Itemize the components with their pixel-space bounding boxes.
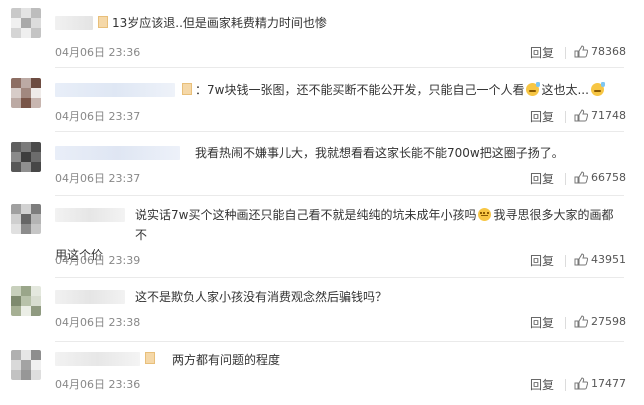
username-blurred[interactable] <box>55 146 180 160</box>
thumbs-up-icon <box>574 253 588 266</box>
like-count: 43951 <box>591 253 626 266</box>
reply-button[interactable]: 回复 <box>530 376 554 393</box>
comment-item: 两方都有问题的程度 04月06日 23:36 回复 17477 <box>0 342 644 405</box>
username-blurred[interactable] <box>55 290 125 304</box>
action-divider <box>565 255 566 267</box>
like-button[interactable]: 43951 <box>574 253 626 266</box>
speechless-emoji-icon <box>478 208 492 221</box>
like-button[interactable]: 71748 <box>574 109 626 122</box>
action-divider <box>565 111 566 123</box>
action-divider <box>565 317 566 329</box>
reply-button[interactable]: 回复 <box>530 252 554 269</box>
comment-item: 13岁应该退..但是画家耗费精力时间也惨 04月06日 23:36 回复 783… <box>0 0 644 66</box>
thumbs-up-icon <box>574 109 588 122</box>
comment-time: 04月06日 23:37 <box>55 110 141 123</box>
like-button[interactable]: 66758 <box>574 171 626 184</box>
comment-time: 04月06日 23:36 <box>55 378 141 391</box>
comment-time: 04月06日 23:38 <box>55 316 141 329</box>
thumbs-up-icon <box>574 377 588 390</box>
action-divider <box>565 379 566 391</box>
like-count: 27598 <box>591 315 626 328</box>
username-blurred[interactable] <box>55 352 140 366</box>
comment-item: 说实话7w买个这种画还只能自己看不就是纯纯的坑未成年小孩吗 我寻思很多大家的画都不… <box>0 196 644 276</box>
user-badge-icon <box>98 16 108 28</box>
reply-button[interactable]: 回复 <box>530 314 554 331</box>
action-divider <box>565 47 566 59</box>
reply-button[interactable]: 回复 <box>530 44 554 61</box>
like-button[interactable]: 78368 <box>574 45 626 58</box>
avatar[interactable] <box>11 8 41 38</box>
comment-list: 13岁应该退..但是画家耗费精力时间也惨 04月06日 23:36 回复 783… <box>0 0 644 405</box>
reply-button[interactable]: 回复 <box>530 108 554 125</box>
like-count: 66758 <box>591 171 626 184</box>
like-count: 17477 <box>591 377 626 390</box>
comment-time: 04月06日 23:39 <box>55 254 141 267</box>
like-count: 71748 <box>591 109 626 122</box>
comment-text: 这不是欺负人家小孩没有消费观念然后骗钱吗？ <box>135 290 388 304</box>
sweat-emoji-icon <box>590 82 605 96</box>
thumbs-up-icon <box>574 315 588 328</box>
username-blurred[interactable] <box>55 16 93 30</box>
avatar[interactable] <box>11 350 41 380</box>
comment-text: ：7w块钱一张图，还不能买断不能公开发，只能自己一个人看 这也太... <box>195 80 624 100</box>
avatar[interactable] <box>11 78 41 108</box>
like-button[interactable]: 27598 <box>574 315 626 328</box>
user-badge-icon <box>182 83 192 95</box>
comment-text: 13岁应该退..但是画家耗费精力时间也惨 <box>112 16 327 30</box>
comment-item: 这不是欺负人家小孩没有消费观念然后骗钱吗？ 04月06日 23:38 回复 27… <box>0 278 644 340</box>
comment-text: 两方都有问题的程度 <box>172 353 281 367</box>
comment-text: 我看热闹不嫌事儿大，我就想看看这家长能不能700w把这圈子扬了。 <box>195 146 564 160</box>
sweat-emoji-icon <box>526 82 541 96</box>
like-button[interactable]: 17477 <box>574 377 626 390</box>
comment-item: ：7w块钱一张图，还不能买断不能公开发，只能自己一个人看 这也太... 04月06… <box>0 68 644 130</box>
thumbs-up-icon <box>574 171 588 184</box>
comment-time: 04月06日 23:36 <box>55 46 141 59</box>
username-blurred[interactable] <box>55 208 125 222</box>
reply-button[interactable]: 回复 <box>530 170 554 187</box>
thumbs-up-icon <box>574 45 588 58</box>
comment-item: 我看热闹不嫌事儿大，我就想看看这家长能不能700w把这圈子扬了。 04月06日 … <box>0 132 644 194</box>
username-blurred[interactable] <box>55 83 175 97</box>
action-divider <box>565 173 566 185</box>
user-badge-icon <box>145 352 155 364</box>
avatar[interactable] <box>11 204 41 234</box>
avatar[interactable] <box>11 286 41 316</box>
comment-time: 04月06日 23:37 <box>55 172 141 185</box>
avatar[interactable] <box>11 142 41 172</box>
like-count: 78368 <box>591 45 626 58</box>
